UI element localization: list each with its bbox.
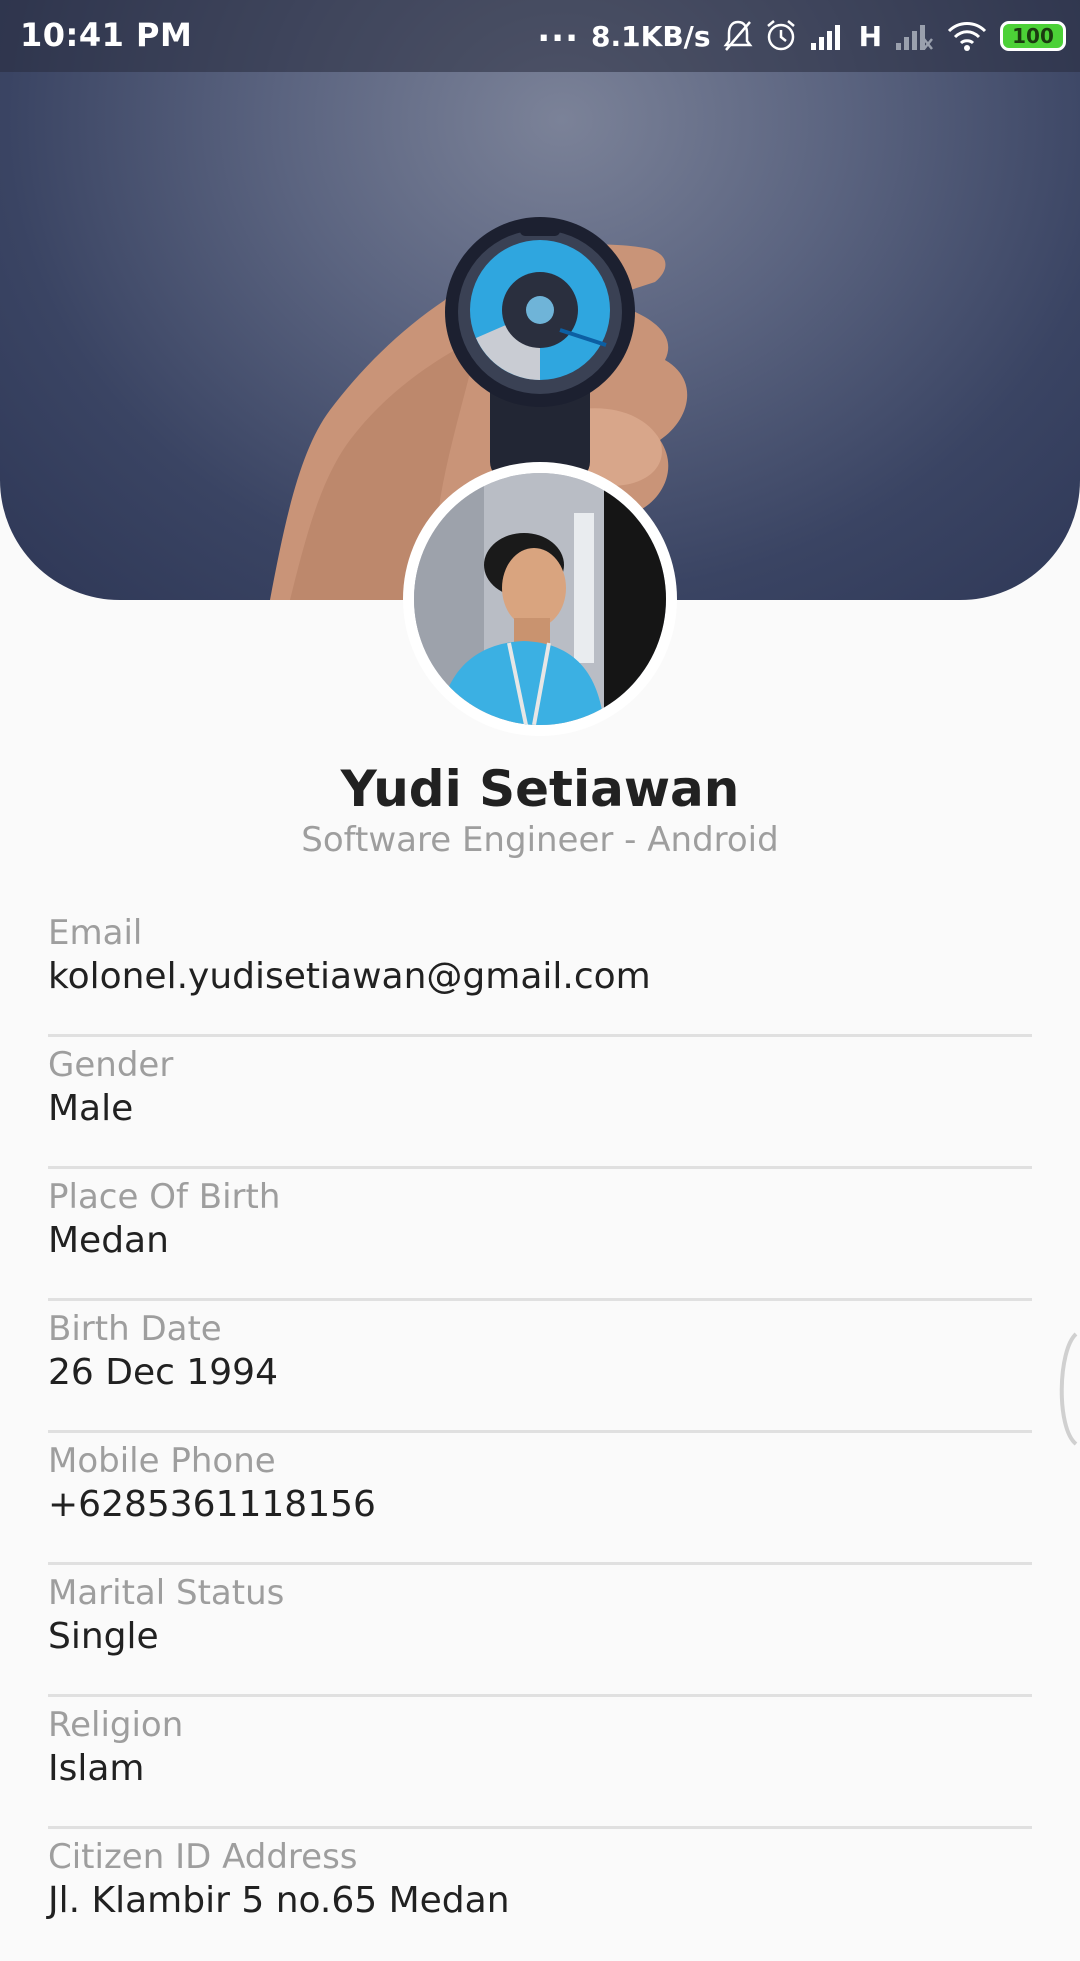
avatar[interactable] — [403, 462, 677, 736]
detail-value: kolonel.yudisetiawan@gmail.com — [48, 956, 651, 997]
detail-label: Birth Date — [48, 1309, 222, 1349]
detail-label: Citizen ID Address — [48, 1837, 358, 1877]
detail-row-marital-status: Marital Status Single — [48, 1565, 1032, 1697]
detail-row-citizen-id-address: Citizen ID Address Jl. Klambir 5 no.65 M… — [48, 1829, 1032, 1961]
detail-label: Email — [48, 913, 143, 953]
bell-off-icon — [723, 19, 753, 53]
detail-value: Male — [48, 1088, 134, 1129]
detail-label: Gender — [48, 1045, 174, 1085]
network-type: H — [858, 19, 882, 53]
detail-value: Medan — [48, 1220, 169, 1261]
detail-row-email: Email kolonel.yudisetiawan@gmail.com — [48, 905, 1032, 1037]
signal-icon — [809, 21, 847, 51]
detail-row-gender: Gender Male — [48, 1037, 1032, 1169]
detail-label: Religion — [48, 1705, 184, 1745]
detail-value: Single — [48, 1616, 159, 1657]
detail-row-birth-date: Birth Date 26 Dec 1994 — [48, 1301, 1032, 1433]
detail-label: Marital Status — [48, 1573, 285, 1613]
status-icons: ... 8.1KB/s H 100 — [537, 10, 1066, 58]
status-bar: 10:41 PM ... 8.1KB/s H 100 — [0, 0, 1080, 72]
detail-value: Islam — [48, 1748, 145, 1789]
detail-value: 26 Dec 1994 — [48, 1352, 278, 1393]
detail-label: Place Of Birth — [48, 1177, 281, 1217]
battery-level: 100 — [1012, 24, 1054, 48]
detail-value: Jl. Klambir 5 no.65 Medan — [48, 1880, 510, 1921]
status-time: 10:41 PM — [20, 16, 193, 54]
detail-value: +6285361118156 — [48, 1484, 376, 1525]
avatar-photo — [414, 473, 666, 725]
detail-row-mobile-phone: Mobile Phone +6285361118156 — [48, 1433, 1032, 1565]
edge-swipe-handle[interactable] — [1046, 1330, 1080, 1448]
more-notifications-indicator: ... — [537, 10, 580, 50]
signal-weak-icon — [894, 21, 934, 51]
wifi-icon — [946, 20, 988, 52]
battery-icon: 100 — [1000, 21, 1066, 51]
detail-label: Mobile Phone — [48, 1441, 276, 1481]
detail-row-religion: Religion Islam — [48, 1697, 1032, 1829]
profile-details-list: Email kolonel.yudisetiawan@gmail.com Gen… — [48, 905, 1032, 1961]
network-speed: 8.1KB/s — [591, 19, 711, 53]
profile-name: Yudi Setiawan — [340, 760, 740, 818]
profile-title: Software Engineer - Android — [301, 820, 779, 860]
alarm-icon — [765, 19, 797, 53]
detail-row-place-of-birth: Place Of Birth Medan — [48, 1169, 1032, 1301]
